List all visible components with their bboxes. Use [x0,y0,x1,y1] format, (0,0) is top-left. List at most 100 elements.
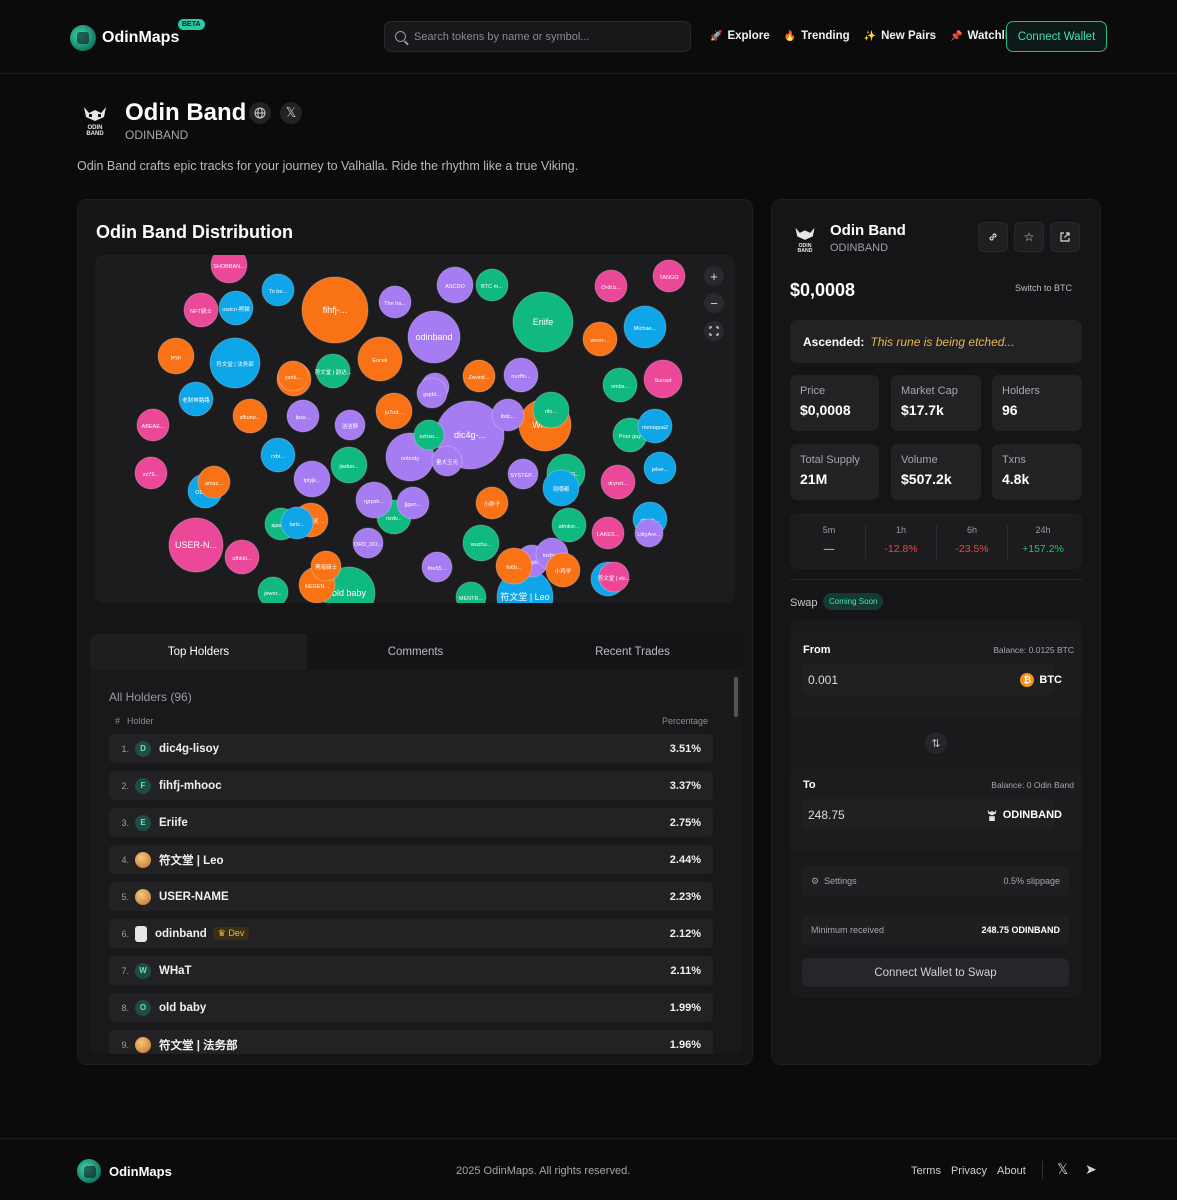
switch-to-btc-button[interactable]: Switch to BTC [1015,283,1072,293]
holder-bubble[interactable]: ufbkkt... [224,539,260,575]
nav-explore[interactable]: 🚀 Explore [710,30,770,42]
holder-bubble[interactable]: ibdc... [491,398,525,432]
change-5m[interactable]: 5m — [794,525,864,555]
holder-bubble[interactable]: ORD_DO... [352,527,384,559]
holder-bubble[interactable]: usdcn-熊猫 [218,290,254,326]
holder-bubble[interactable]: tplyjk... [293,460,331,498]
footer-link-privacy[interactable]: Privacy [951,1165,987,1177]
holder-bubble[interactable]: afmkxr... [551,507,587,543]
footer-logo[interactable]: OdinMaps [77,1159,172,1183]
holder-bubble[interactable]: jeker... [643,451,677,485]
holder-bubble[interactable]: rilo... [532,391,570,429]
holder-bubble[interactable]: LAKES... [591,516,625,550]
nav-trending[interactable]: 🔥 Trending [784,30,850,42]
holder-row[interactable]: 5. USER-NAME 2.23% [109,882,713,911]
holder-bubble[interactable]: fihfj-... [301,276,369,344]
scroll-thumb[interactable] [734,677,738,717]
holder-bubble[interactable]: ABEAE... [136,408,170,442]
to-token-selector[interactable]: ODINBAND [986,808,1062,822]
holder-row[interactable]: 8. Oold baby 1.99% [109,993,713,1022]
holder-bubble[interactable]: menagua2 [637,408,673,444]
holder-bubble[interactable]: ysnk... [277,360,309,392]
holder-row[interactable]: 7. W WHaT 2.11% [109,956,713,985]
holder-row[interactable]: 3. E Eriife 2.75% [109,808,713,837]
holder-bubble[interactable]: Ordi.b... [594,269,628,303]
holder-bubble[interactable]: 到哪都 [542,469,580,507]
holder-bubble[interactable]: USER-N... [168,517,224,573]
tab-comments[interactable]: Comments [307,634,524,670]
fullscreen-button[interactable] [704,321,724,341]
holders-scrollbar[interactable] [733,670,739,1054]
holder-name[interactable]: 符文堂 | Leo [159,852,224,868]
x-social-button[interactable]: 𝕏 [280,102,302,124]
bubble-map[interactable]: dic4g-... fihfj-... Eriife 符文堂 | 法务部 USER-N.… [95,255,735,603]
copy-link-button[interactable] [978,222,1008,252]
holder-row[interactable]: 6. odinband ♛ Dev 2.12% [109,919,713,948]
connect-wallet-to-swap-button[interactable]: Connect Wallet to Swap [802,958,1069,987]
holder-bubble[interactable]: ombs... [602,367,638,403]
holder-bubble[interactable]: Sunset [643,359,683,399]
holder-bubble[interactable]: The ha... [378,285,412,319]
holder-bubble[interactable]: Encek [357,336,403,382]
holder-bubble[interactable]: SYSTEP... [507,458,539,490]
telegram-icon[interactable]: ➤ [1085,1161,1097,1178]
tab-recent-trades[interactable]: Recent Trades [524,634,741,670]
holder-bubble[interactable]: jiaduo... [330,446,368,484]
change-1h[interactable]: 1h -12.8% [866,525,936,555]
zoom-out-button[interactable]: − [704,293,724,313]
holder-bubble[interactable]: BTC m... [475,268,509,302]
swap-settings-row[interactable]: ⚙ Settings 0.5% slippage [802,866,1069,896]
holder-bubble[interactable]: 符文堂 | 韵达... [315,353,352,389]
holder-bubble[interactable]: 符文堂 | vlo... [598,561,631,593]
holder-row[interactable]: 2. Ffihfj-mhooc 3.37% [109,771,713,800]
holder-bubble[interactable]: 老财神路路 [178,381,214,417]
holder-bubble[interactable]: 洁洁胖 [334,409,366,441]
holder-name[interactable]: dic4g-lisoy [159,743,219,755]
change-24h[interactable]: 24h +157.2% [1008,525,1078,555]
swap-direction-button[interactable]: ⇅ [925,732,947,754]
holder-bubble[interactable]: zz79... [134,456,168,490]
holder-bubble[interactable]: nvzffn... [503,357,539,393]
holder-bubble[interactable]: gsjdd... [416,377,448,409]
app-logo[interactable]: OdinMaps BETA [70,19,205,51]
tab-top-holders[interactable]: Top Holders [90,634,307,670]
from-amount-input[interactable] [802,663,1054,695]
holder-bubble[interactable]: jewor... [257,576,289,603]
search-input[interactable] [414,30,674,43]
zoom-in-button[interactable]: + [704,266,724,286]
holder-bubble[interactable]: TANGO [652,259,686,293]
holder-row[interactable]: 1. Ddic4g-lisoy 3.51% [109,734,713,763]
holder-bubble[interactable]: Eriife [512,291,574,353]
holder-bubble[interactable]: jjgan... [396,486,430,520]
holder-bubble[interactable]: wnvn-... [582,321,618,357]
holder-name[interactable]: USER-NAME [159,891,229,903]
holder-name[interactable]: 符文堂 | 法务部 [159,1037,238,1053]
holder-bubble[interactable]: 小鸡学 [545,552,581,588]
watchlist-star-button[interactable]: ☆ [1014,222,1044,252]
holder-name[interactable]: odinband [155,928,207,940]
holder-bubble[interactable]: drynxt... [600,464,636,500]
holder-bubble[interactable]: jeyp [157,337,195,375]
holder-bubble[interactable]: zfkuno... [232,398,268,434]
from-token-selector[interactable]: ₿ BTC [1020,673,1062,687]
holder-bubble[interactable]: ezhxo... [413,419,445,451]
holder-bubble[interactable]: Michae... [623,305,667,349]
bubble-circle[interactable] [257,576,289,603]
holder-bubble[interactable]: amsz... [197,465,231,499]
holder-bubble[interactable]: rxbr... [260,437,296,473]
search-bar[interactable] [384,21,691,52]
holder-bubble[interactable]: odinband [407,310,461,364]
nav-new-pairs[interactable]: ✨ New Pairs [864,30,936,42]
holder-bubble[interactable]: 符文堂 | 法务部 [209,337,261,389]
holder-name[interactable]: WHaT [159,965,192,977]
holder-bubble[interactable]: rgrpsh... [355,481,393,519]
holder-bubble[interactable]: tarlz... [280,506,314,540]
holder-name[interactable]: Eriife [159,817,188,829]
holder-bubble[interactable]: ju7od... [375,392,413,430]
bubble-map-canvas[interactable]: dic4g-... fihfj-... Eriife 符文堂 | 法务部 USER-N.… [95,255,735,603]
holder-bubble[interactable]: To be... [261,273,295,307]
footer-link-terms[interactable]: Terms [911,1165,941,1177]
holder-bubble[interactable]: 黑暗骑士 [310,550,342,582]
holder-bubble[interactable]: MENTR... [455,581,487,603]
holder-row[interactable]: 4. 符文堂 | Leo 2.44% [109,845,713,874]
